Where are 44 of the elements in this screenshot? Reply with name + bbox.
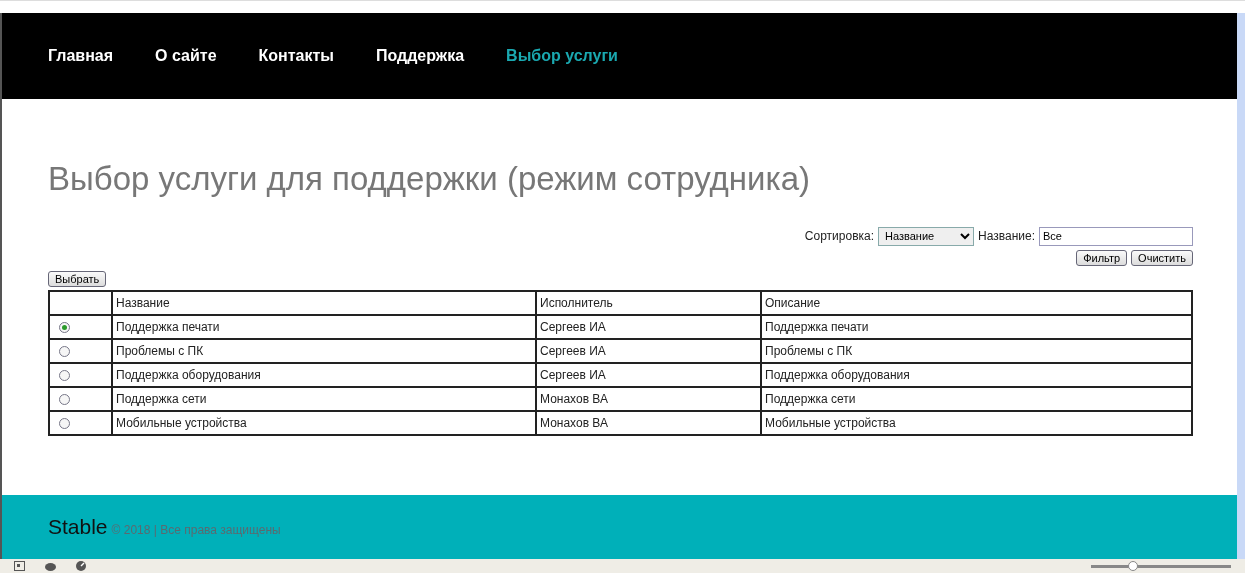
page-title: Выбор услуги для поддержки (режим сотрудника) bbox=[48, 159, 811, 199]
sort-label: Сортировка: bbox=[804, 228, 875, 246]
table-cell: Сергеев ИА bbox=[536, 362, 761, 387]
column-header: Описание bbox=[761, 290, 1192, 315]
table-cell: Монахов ВА bbox=[536, 410, 761, 435]
nav-link[interactable]: Главная bbox=[48, 44, 114, 68]
screen-icon[interactable] bbox=[14, 561, 25, 571]
sort-dropdown[interactable]: Название bbox=[878, 226, 975, 246]
nav-link[interactable]: Контакты bbox=[258, 44, 334, 68]
table-cell: Поддержка оборудования bbox=[112, 362, 536, 387]
table-cell: Поддержка сети bbox=[112, 386, 536, 411]
table-cell: Сергеев ИА bbox=[536, 338, 761, 363]
table-cell: Проблемы с ПК bbox=[112, 338, 536, 363]
radio-button[interactable] bbox=[59, 369, 70, 381]
column-header: Исполнитель bbox=[536, 290, 761, 315]
table-cell: Мобильные устройства bbox=[112, 410, 536, 435]
radio-button[interactable] bbox=[59, 345, 70, 357]
radio-button[interactable] bbox=[59, 393, 70, 405]
column-header: Название bbox=[112, 290, 536, 315]
nav-link[interactable]: Выбор услуги bbox=[506, 44, 618, 68]
table-cell: Сергеев ИА bbox=[536, 314, 761, 339]
table-cell: Монахов ВА bbox=[536, 386, 761, 411]
nav-link[interactable]: О сайте bbox=[155, 44, 217, 68]
radio-button[interactable] bbox=[59, 417, 70, 429]
cloud-icon[interactable] bbox=[45, 561, 56, 571]
footer-brand: Stable bbox=[48, 514, 108, 541]
table-cell: Поддержка оборудования bbox=[761, 362, 1192, 387]
radio-button[interactable] bbox=[59, 321, 70, 333]
table-cell: Поддержка сети bbox=[761, 386, 1192, 411]
table-cell: Мобильные устройства bbox=[761, 410, 1192, 435]
copyright-text: © 2018 | Все права защищены bbox=[111, 522, 281, 539]
name-field[interactable]: Все bbox=[1039, 226, 1193, 246]
scrollbar[interactable] bbox=[1237, 13, 1245, 559]
select-button[interactable]: Выбрать bbox=[48, 270, 107, 287]
name-label: Название: bbox=[978, 228, 1035, 246]
gauge-icon[interactable] bbox=[76, 561, 86, 571]
nav-link[interactable]: Поддержка bbox=[376, 44, 465, 68]
slider-thumb[interactable] bbox=[1128, 560, 1138, 571]
clear-button[interactable]: Очистить bbox=[1131, 249, 1193, 266]
table-cell: Проблемы с ПК bbox=[761, 338, 1192, 363]
filter-button[interactable]: Фильтр bbox=[1076, 249, 1128, 266]
zoom-slider[interactable] bbox=[1091, 564, 1231, 568]
table-cell: Поддержка печати bbox=[761, 314, 1192, 339]
table-cell: Поддержка печати bbox=[112, 314, 536, 339]
